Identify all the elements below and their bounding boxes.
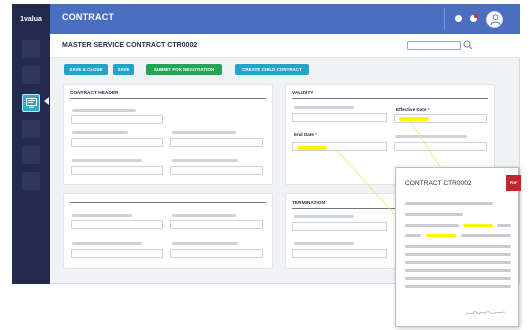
document-text-line bbox=[405, 285, 511, 288]
document-text-line bbox=[461, 234, 511, 237]
document-highlight-end-date bbox=[426, 234, 456, 237]
document-text-line bbox=[405, 253, 511, 256]
document-text-line bbox=[405, 234, 421, 237]
document-text-line bbox=[405, 277, 511, 280]
document-text-line bbox=[405, 213, 463, 216]
document-text-line bbox=[405, 269, 511, 272]
contract-document-preview[interactable]: CONTRACT CTR0002 PDF bbox=[395, 167, 521, 327]
document-title: CONTRACT CTR0002 bbox=[405, 180, 472, 187]
document-text-line bbox=[405, 261, 511, 264]
document-text-line bbox=[497, 224, 511, 227]
pdf-badge: PDF bbox=[506, 175, 521, 191]
document-text-line bbox=[405, 245, 511, 248]
document-text-line bbox=[405, 202, 493, 205]
document-text-line bbox=[405, 224, 459, 227]
document-highlight-effective-date bbox=[463, 224, 493, 227]
signature-mark bbox=[465, 310, 506, 316]
